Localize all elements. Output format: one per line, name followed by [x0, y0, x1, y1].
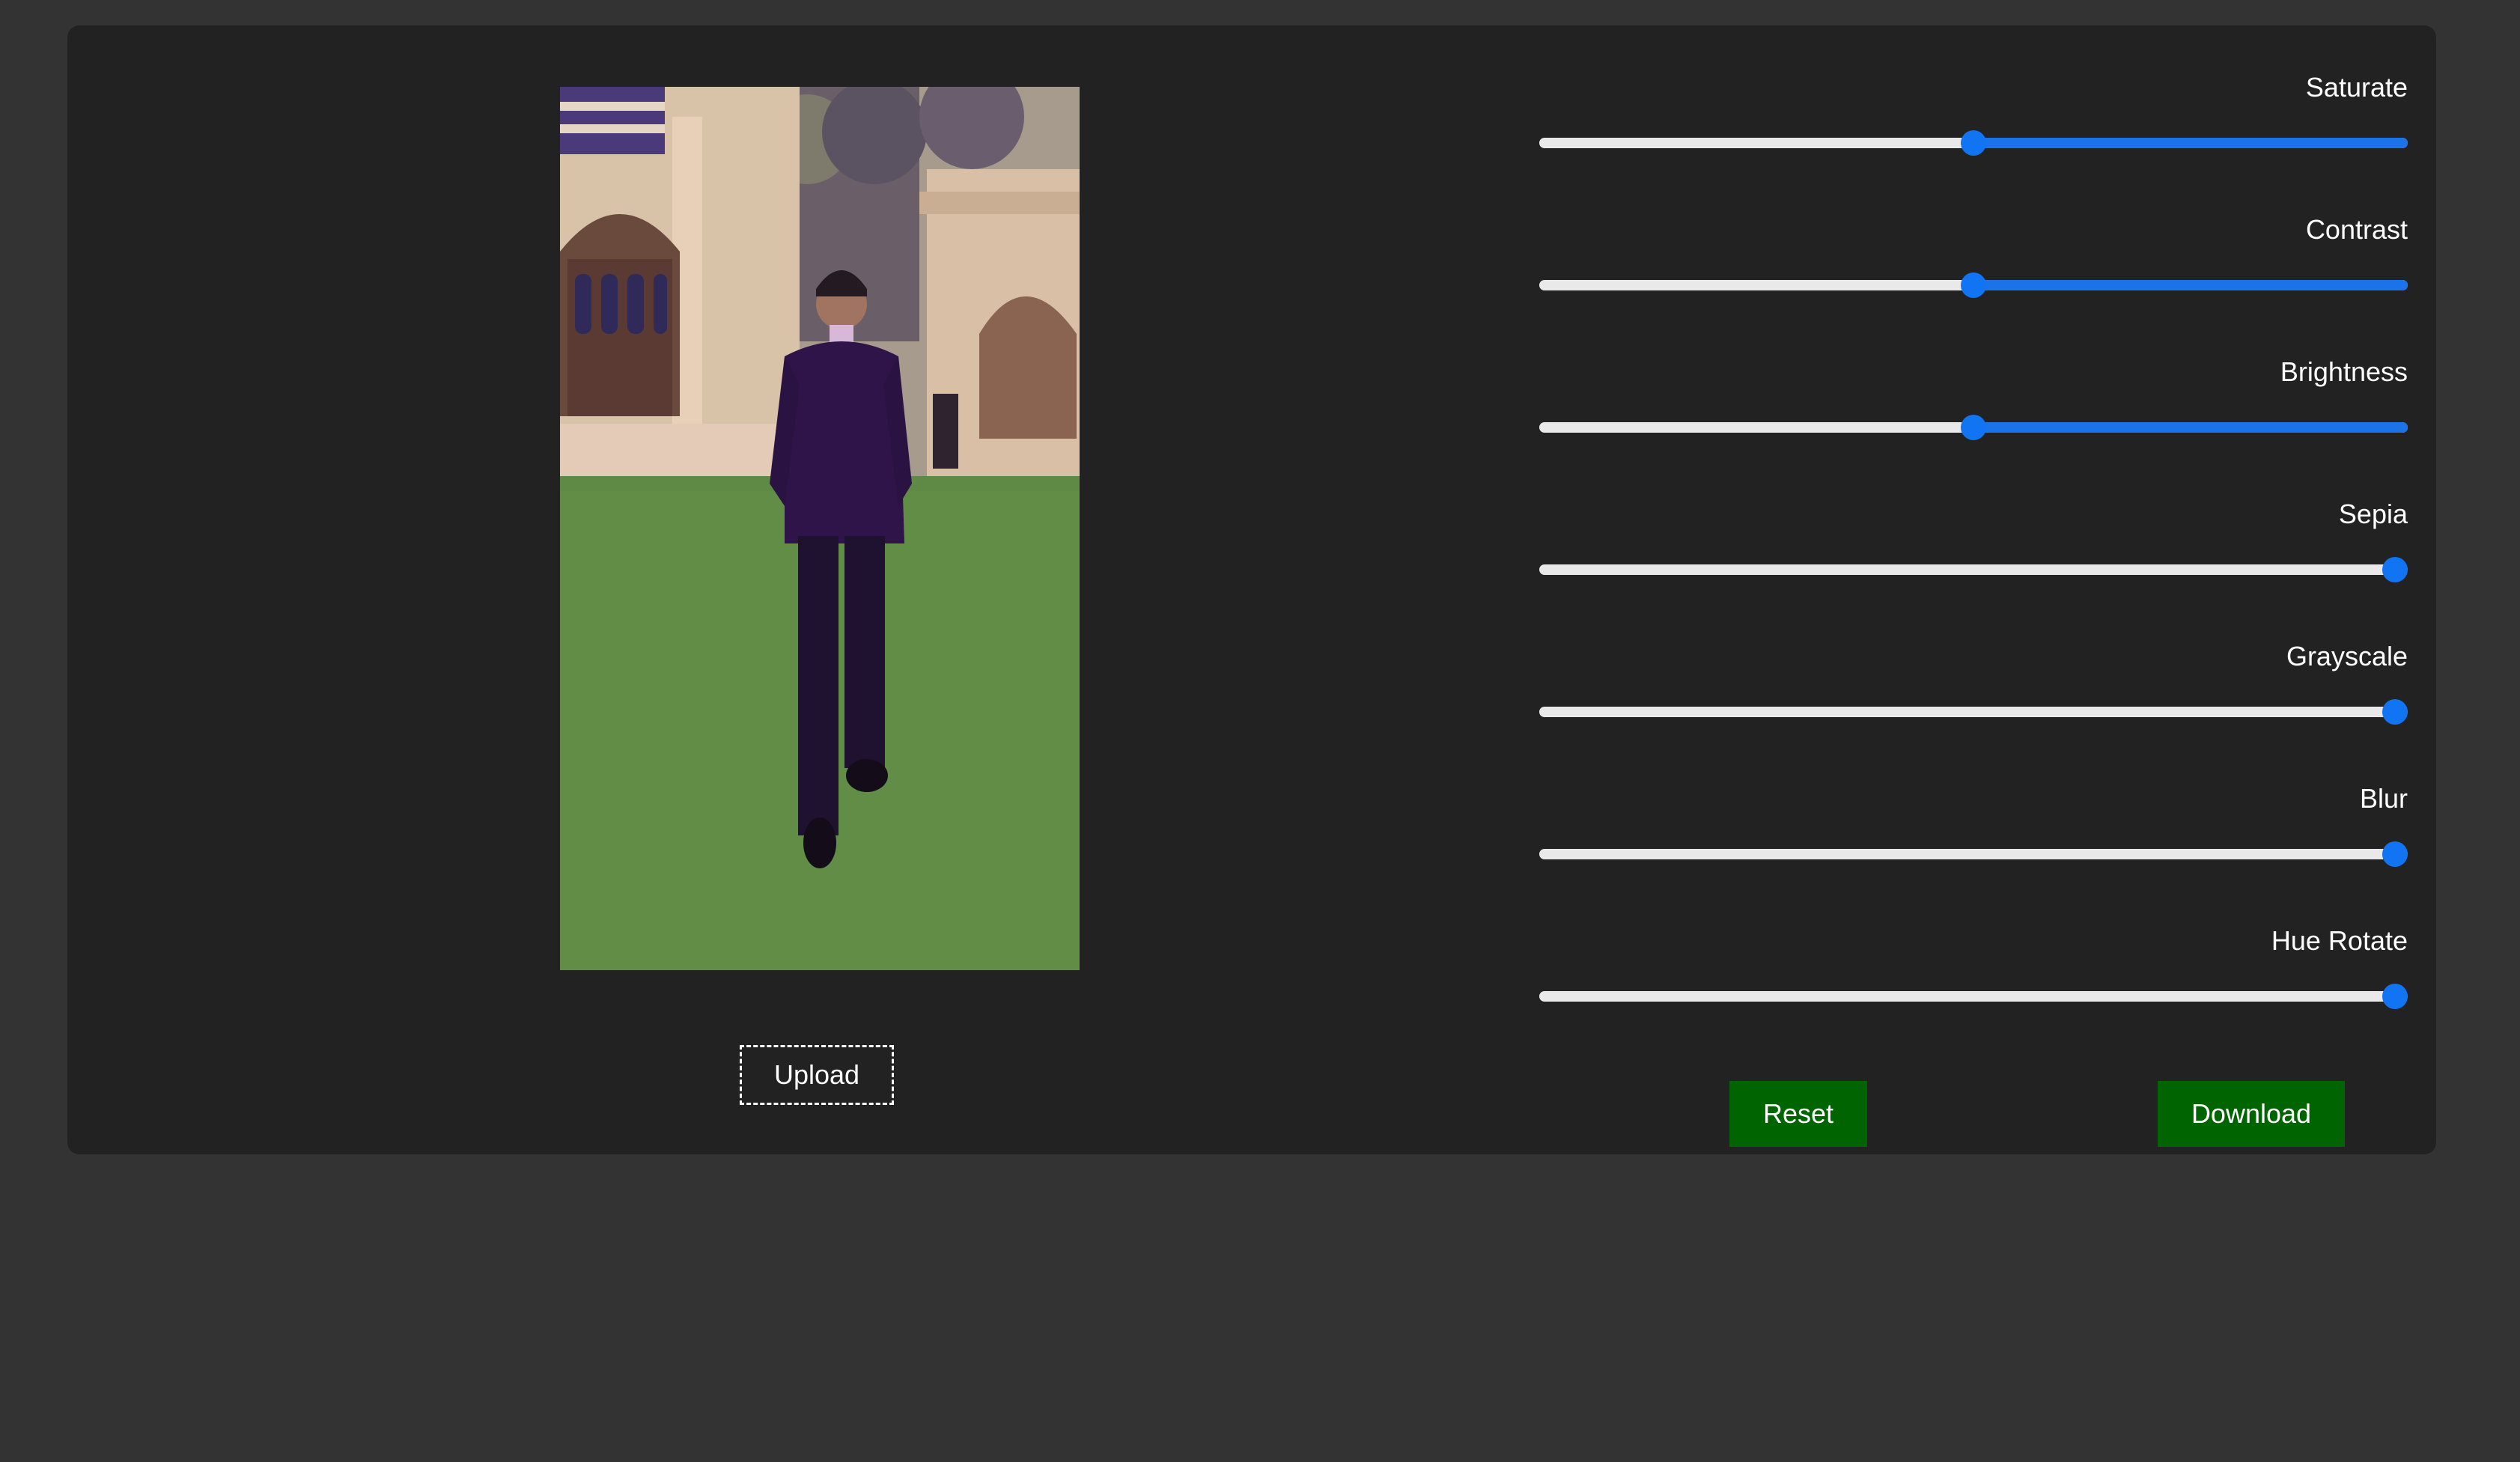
- saturate-slider-thumb[interactable]: [1961, 130, 1986, 156]
- sepia-slider-thumb[interactable]: [2382, 557, 2408, 582]
- filter-label-saturate: Saturate: [2305, 72, 2408, 103]
- download-button[interactable]: Download: [2158, 1081, 2345, 1147]
- filter-control-grayscale: Grayscale: [1539, 624, 2408, 767]
- slider-fill: [1973, 422, 2408, 433]
- blur-slider-thumb[interactable]: [2382, 841, 2408, 867]
- slider-fill: [1973, 138, 2408, 148]
- sepia-slider[interactable]: [1539, 564, 2408, 575]
- contrast-slider-thumb[interactable]: [1961, 272, 1986, 298]
- slider-fill: [1973, 280, 2408, 290]
- image-preview: [560, 87, 1080, 970]
- brightness-slider-thumb[interactable]: [1961, 415, 1986, 440]
- filter-label-grayscale: Grayscale: [2286, 641, 2408, 671]
- filter-control-saturate: Saturate: [1539, 55, 2408, 198]
- filter-control-contrast: Contrast: [1539, 198, 2408, 340]
- grayscale-slider-thumb[interactable]: [2382, 699, 2408, 725]
- hue-rotate-slider-thumb[interactable]: [2382, 984, 2408, 1009]
- filter-label-hue-rotate: Hue Rotate: [2271, 925, 2408, 956]
- filter-label-brightness: Brightness: [2280, 356, 2408, 387]
- filter-control-sepia: Sepia: [1539, 482, 2408, 624]
- filter-controls: Saturate Contrast Brightness Sepia Grays…: [1539, 55, 2408, 1051]
- filter-control-hue-rotate: Hue Rotate: [1539, 909, 2408, 1051]
- filter-label-blur: Blur: [2359, 783, 2408, 814]
- hue-rotate-slider[interactable]: [1539, 991, 2408, 1002]
- blur-slider[interactable]: [1539, 849, 2408, 859]
- filter-label-sepia: Sepia: [2338, 499, 2408, 529]
- filter-control-brightness: Brightness: [1539, 340, 2408, 482]
- filter-label-contrast: Contrast: [2305, 214, 2408, 245]
- preview-photo: [560, 87, 1080, 970]
- upload-button[interactable]: Upload: [740, 1045, 894, 1105]
- reset-button[interactable]: Reset: [1729, 1081, 1867, 1147]
- editor-panel: Upload Saturate Contrast Brightness Sepi…: [67, 25, 2436, 1154]
- filter-control-blur: Blur: [1539, 767, 2408, 909]
- grayscale-slider[interactable]: [1539, 707, 2408, 717]
